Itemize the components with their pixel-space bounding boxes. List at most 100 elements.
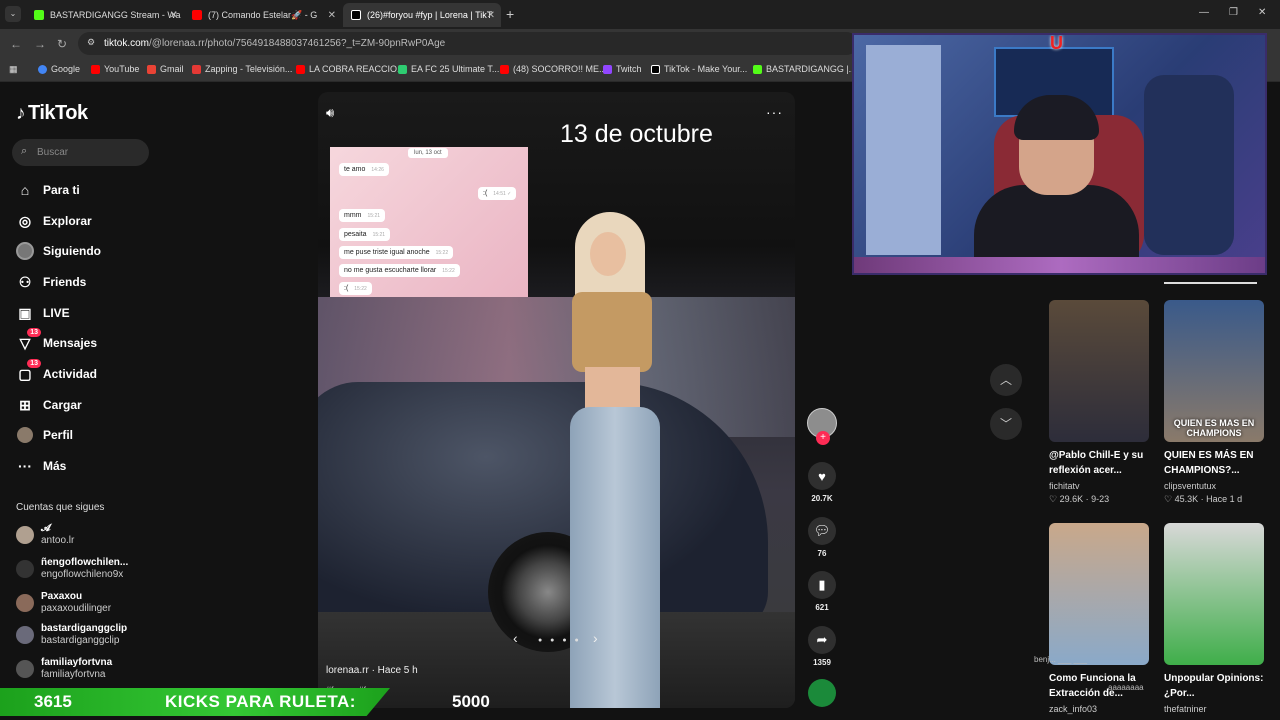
tab-label: BASTARDIGANGG Stream - Wa xyxy=(50,10,181,20)
bookmark-google[interactable]: Google xyxy=(38,64,80,74)
author-avatar-button[interactable]: + xyxy=(805,408,839,445)
photo-post[interactable]: lun, 13 oct te amo 14:26 :(14:51 ✓ mmm 15:… xyxy=(318,92,795,708)
nav-explorar[interactable]: ◎ Explorar xyxy=(16,212,92,230)
related-video-card[interactable]: Unpopular Opinions: ¿Por... thefatniner xyxy=(1164,523,1264,714)
profile-icon xyxy=(16,426,34,444)
following-avatar-icon xyxy=(16,242,34,260)
close-tab-icon[interactable]: ✕ xyxy=(328,10,336,21)
search-input[interactable]: ⌕ Buscar xyxy=(12,139,149,166)
nav-para-ti[interactable]: ⌂ Para ti xyxy=(16,181,80,199)
close-tab-icon[interactable]: ✕ xyxy=(170,10,178,21)
site-info-icon[interactable]: ⚙ xyxy=(87,37,95,48)
bookmark-label: Google xyxy=(51,64,81,74)
chat-message: me puse triste igual anoche 15:22 xyxy=(339,246,454,259)
related-video-card[interactable]: @Pablo Chill-E y su reflexión acer... fi… xyxy=(1049,300,1149,505)
share-button[interactable]: ➦ 1359 xyxy=(805,626,839,667)
stream-chat-line: benj... ___ ___ xyxy=(1034,655,1087,664)
new-tab-icon[interactable]: + xyxy=(506,6,514,22)
comment-icon: 💬︎ xyxy=(808,517,836,545)
nav-label: Cargar xyxy=(43,398,82,412)
following-account[interactable]: ñengoflowchilen... engoflowchileno9x xyxy=(16,557,128,581)
save-count: 621 xyxy=(815,603,829,612)
account-handle: engoflowchileno9x xyxy=(41,569,124,580)
nav-perfil[interactable]: Perfil xyxy=(16,426,73,444)
like-button[interactable]: ♥ 20.7K xyxy=(805,462,839,503)
kick-goal-number: 5000 xyxy=(452,692,490,711)
save-button[interactable]: ▮ 621 xyxy=(805,571,839,612)
bookmark-kick[interactable]: BASTARDIGANGG |... xyxy=(753,64,856,74)
apps-icon[interactable]: ▦ xyxy=(9,64,18,75)
stream-chat-line: aaaaaaaa xyxy=(1108,683,1144,692)
nav-siguiendo[interactable]: Siguiendo xyxy=(16,242,101,260)
chat-message: te amo 14:26 xyxy=(339,163,389,176)
tab-label: (7) Comando Estelar🚀 - G xyxy=(208,9,318,20)
tiktok-logo[interactable]: ♪ TikTok xyxy=(16,102,88,125)
nav-mensajes[interactable]: ▽ 13 Mensajes xyxy=(16,328,97,352)
following-account[interactable]: familiayfortvna familiayfortvna xyxy=(16,657,112,681)
twitch-icon xyxy=(603,64,612,74)
bookmark-gmail[interactable]: Gmail xyxy=(147,64,184,74)
nav-live[interactable]: ▣ LIVE xyxy=(16,304,70,322)
tab-label: (26)#foryou #fyp | Lorena | TikT xyxy=(367,10,493,20)
kick-favicon-icon xyxy=(34,10,44,20)
follow-plus-icon[interactable]: + xyxy=(816,431,830,445)
comment-button[interactable]: 💬︎ 76 xyxy=(805,517,839,558)
bookmark-zapping[interactable]: Zapping - Televisión... xyxy=(192,64,292,74)
bookmark-label: Twitch xyxy=(616,64,642,74)
nav-mas[interactable]: ··· Más xyxy=(16,457,66,475)
forward-icon[interactable]: → xyxy=(34,37,46,51)
bookmark-cobra[interactable]: LA COBRA REACCIO... xyxy=(296,64,405,74)
tab-search-icon[interactable]: ⌄ xyxy=(5,6,21,22)
more-options-icon[interactable]: ··· xyxy=(766,104,783,120)
following-account[interactable]: 𝓐antoo.lr xyxy=(16,523,74,547)
browser-tab-tiktok[interactable]: (26)#foryou #fyp | Lorena | TikT ✕ xyxy=(343,3,501,27)
next-photo-icon[interactable]: › xyxy=(593,630,598,646)
related-video-card[interactable]: QUIEN ES MAS EN CHAMPIONS QUIEN ES MÁS E… xyxy=(1164,300,1264,505)
nav-cargar[interactable]: ⊞ Cargar xyxy=(16,396,82,414)
chat-message: pesaita 15:21 xyxy=(339,228,391,241)
nav-actividad[interactable]: ▢ 13 Actividad xyxy=(16,359,97,383)
account-handle: bastardiganggclip xyxy=(41,635,120,646)
nav-label: Friends xyxy=(43,275,87,289)
activity-icon: ▢ 13 xyxy=(16,359,41,383)
bookmark-socorro[interactable]: (48) SOCORRO!! ME... xyxy=(500,64,607,74)
nav-label: LIVE xyxy=(43,306,70,320)
video-author: clipsventutux xyxy=(1164,481,1217,491)
browser-tab-youtube[interactable]: (7) Comando Estelar🚀 - G ✕ xyxy=(184,3,342,27)
close-tab-icon[interactable]: ✕ xyxy=(487,10,495,21)
kick-count: 3615 xyxy=(34,692,72,711)
bookmark-label: YouTube xyxy=(104,64,140,74)
photo-pagination: ● ● ● ● xyxy=(538,637,582,644)
kick-goal-text: KICKS PARA RULETA: xyxy=(165,692,356,711)
messages-icon: ▽ 13 xyxy=(16,328,41,352)
browser-tab-kick[interactable]: BASTARDIGANGG Stream - Wa ✕ xyxy=(26,3,184,27)
post-author[interactable]: lorenaa.rr · Hace 5 h xyxy=(326,665,418,676)
maximize-icon[interactable]: ❐ xyxy=(1229,7,1238,18)
like-count: 20.7K xyxy=(811,494,833,503)
avatar xyxy=(16,626,34,644)
bookmark-eafc[interactable]: EA FC 25 Ultimate T... xyxy=(398,64,499,74)
following-account[interactable]: Paxaxou paxaxoudilinger xyxy=(16,591,111,615)
bookmark-label: Gmail xyxy=(160,64,184,74)
back-icon[interactable]: ← xyxy=(10,37,22,51)
bookmark-twitch[interactable]: Twitch xyxy=(603,64,642,74)
nav-friends[interactable]: ⚇ Friends xyxy=(16,273,87,291)
sound-disc-button[interactable] xyxy=(805,679,839,707)
prev-photo-icon[interactable]: ‹ xyxy=(513,630,518,646)
minimize-icon[interactable]: — xyxy=(1199,7,1209,18)
activity-badge: 13 xyxy=(27,359,41,368)
scroll-up-icon[interactable]: ︿ xyxy=(990,364,1022,396)
youtube-icon xyxy=(91,64,100,74)
reload-icon[interactable]: ↻ xyxy=(57,37,67,51)
volume-icon[interactable]: 🔊︎ xyxy=(326,105,334,121)
scroll-down-icon[interactable]: ﹀ xyxy=(990,408,1022,440)
bookmark-tiktok[interactable]: TikTok - Make Your... xyxy=(651,64,747,74)
youtube-icon xyxy=(296,64,305,74)
following-account[interactable]: bastardiganggclip bastardiganggclip xyxy=(16,623,127,647)
url-field[interactable]: ⚙ tiktok.com/@lorenaa.rr/photo/756491848… xyxy=(78,32,858,55)
bookmark-label: BASTARDIGANGG |... xyxy=(766,64,857,74)
bookmark-youtube[interactable]: YouTube xyxy=(91,64,139,74)
close-window-icon[interactable]: ✕ xyxy=(1258,7,1266,18)
thumbnail-label: QUIEN ES MAS EN CHAMPIONS xyxy=(1173,418,1255,438)
search-placeholder: Buscar xyxy=(37,147,69,158)
